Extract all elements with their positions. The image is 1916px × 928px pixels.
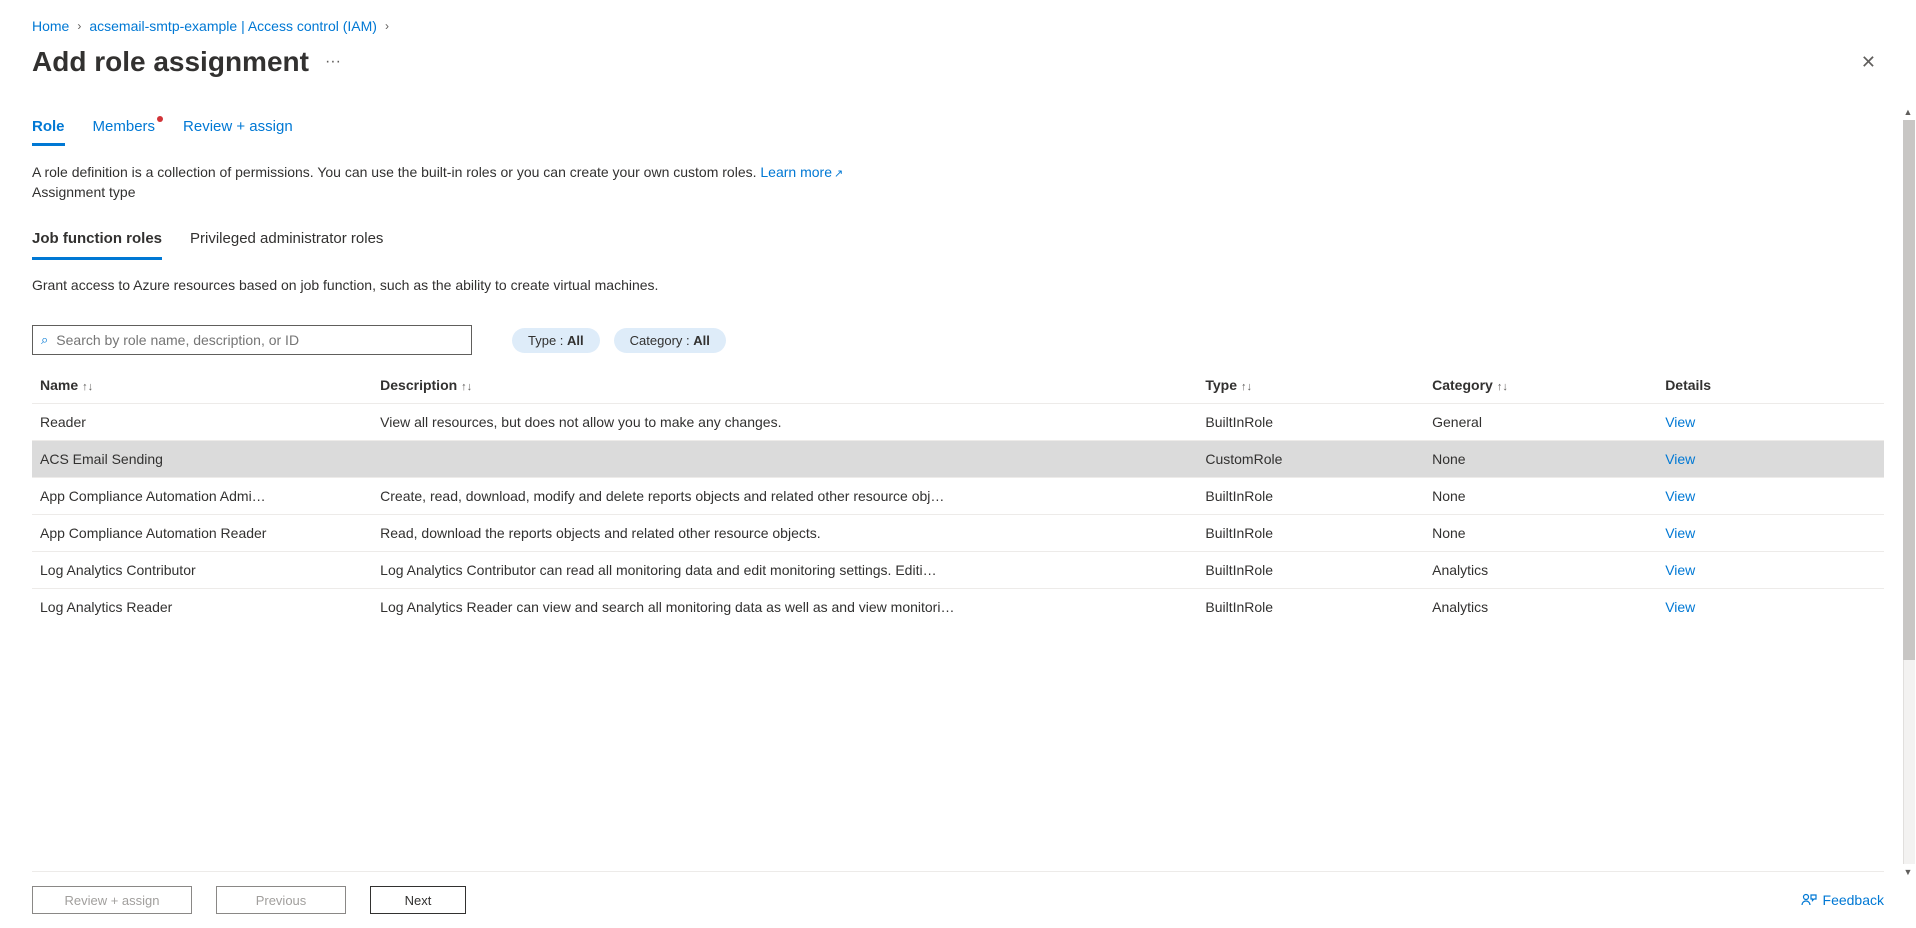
cell-name: Log Analytics Contributor: [32, 552, 372, 589]
search-input[interactable]: [56, 332, 463, 348]
filter-type-pill[interactable]: Type : All: [512, 328, 600, 353]
table-row[interactable]: ACS Email Sending CustomRoleNoneView: [32, 441, 1884, 478]
main-tabs: Role Members Review + assign: [32, 118, 1884, 146]
view-link[interactable]: View: [1657, 552, 1884, 589]
role-table: Name ↑↓ Description ↑↓ Type ↑↓ Category ↑↓ D…: [32, 367, 1884, 625]
tab-job-function-roles[interactable]: Job function roles: [32, 224, 162, 260]
sort-icon: ↑↓: [82, 381, 93, 393]
view-link[interactable]: View: [1657, 404, 1884, 441]
column-description[interactable]: Description ↑↓: [372, 367, 1197, 404]
sort-icon: ↑↓: [1497, 381, 1508, 393]
chevron-right-icon: ›: [77, 19, 81, 33]
cell-description: [372, 441, 1197, 478]
footer-bar: Review + assign Previous Next Feedback: [32, 871, 1884, 928]
cell-type: BuiltInRole: [1197, 515, 1424, 552]
search-icon: ⌕: [41, 332, 48, 348]
filter-type-value: All: [567, 333, 584, 348]
sub-tabs: Job function roles Privileged administra…: [32, 224, 1884, 261]
role-description: A role definition is a collection of per…: [32, 164, 1884, 180]
fade-overlay: [32, 843, 1884, 863]
cell-description: View all resources, but does not allow y…: [372, 404, 1197, 441]
table-row[interactable]: ReaderView all resources, but does not a…: [32, 404, 1884, 441]
cell-name: ACS Email Sending: [32, 441, 372, 478]
column-type-label: Type: [1205, 377, 1237, 393]
cell-name: Reader: [32, 404, 372, 441]
column-category[interactable]: Category ↑↓: [1424, 367, 1657, 404]
scroll-up-icon[interactable]: ▲: [1900, 104, 1916, 120]
table-row[interactable]: App Compliance Automation Admi…Create, r…: [32, 478, 1884, 515]
learn-more-link[interactable]: Learn more: [760, 164, 832, 180]
breadcrumb: Home › acsemail-smtp-example | Access co…: [32, 18, 1884, 34]
sort-icon: ↑↓: [1241, 381, 1252, 393]
sub-description: Grant access to Azure resources based on…: [32, 277, 1884, 293]
view-link[interactable]: View: [1657, 589, 1884, 626]
cell-description: Log Analytics Reader can view and search…: [372, 589, 1197, 626]
review-assign-button[interactable]: Review + assign: [32, 886, 192, 914]
cell-category: None: [1424, 441, 1657, 478]
tab-members[interactable]: Members: [93, 118, 156, 146]
column-type[interactable]: Type ↑↓: [1197, 367, 1424, 404]
cell-type: BuiltInRole: [1197, 552, 1424, 589]
tab-privileged-admin-roles[interactable]: Privileged administrator roles: [190, 224, 383, 260]
column-category-label: Category: [1432, 377, 1493, 393]
filter-category-label: Category :: [630, 333, 694, 348]
more-icon[interactable]: ···: [325, 53, 341, 71]
cell-category: Analytics: [1424, 552, 1657, 589]
cell-type: BuiltInRole: [1197, 404, 1424, 441]
next-button[interactable]: Next: [370, 886, 466, 914]
close-icon[interactable]: ✕: [1853, 48, 1884, 77]
table-row[interactable]: App Compliance Automation ReaderRead, do…: [32, 515, 1884, 552]
cell-category: None: [1424, 515, 1657, 552]
role-search[interactable]: ⌕: [32, 325, 472, 355]
cell-name: Log Analytics Reader: [32, 589, 372, 626]
cell-description: Create, read, download, modify and delet…: [372, 478, 1197, 515]
column-details-label: Details: [1665, 377, 1711, 393]
filter-category-pill[interactable]: Category : All: [614, 328, 726, 353]
column-name[interactable]: Name ↑↓: [32, 367, 372, 404]
cell-category: None: [1424, 478, 1657, 515]
filter-category-value: All: [693, 333, 710, 348]
column-details: Details: [1657, 367, 1884, 404]
feedback-link[interactable]: Feedback: [1801, 892, 1884, 908]
tab-members-label: Members: [93, 118, 156, 135]
scroll-thumb[interactable]: [1903, 120, 1915, 660]
cell-name: App Compliance Automation Reader: [32, 515, 372, 552]
view-link[interactable]: View: [1657, 441, 1884, 478]
breadcrumb-home[interactable]: Home: [32, 18, 69, 34]
sort-icon: ↑↓: [461, 381, 472, 393]
cell-description: Read, download the reports objects and r…: [372, 515, 1197, 552]
cell-description: Log Analytics Contributor can read all m…: [372, 552, 1197, 589]
role-description-text: A role definition is a collection of per…: [32, 164, 760, 180]
role-table-container: Name ↑↓ Description ↑↓ Type ↑↓ Category ↑↓ D…: [32, 367, 1884, 863]
external-link-icon: ↗: [834, 168, 843, 180]
previous-button[interactable]: Previous: [216, 886, 346, 914]
feedback-icon: [1801, 892, 1817, 908]
table-row[interactable]: Log Analytics ContributorLog Analytics C…: [32, 552, 1884, 589]
cell-type: BuiltInRole: [1197, 478, 1424, 515]
scroll-down-icon[interactable]: ▼: [1900, 864, 1916, 880]
tab-review-assign[interactable]: Review + assign: [183, 118, 293, 146]
breadcrumb-resource[interactable]: acsemail-smtp-example | Access control (…: [89, 18, 377, 34]
tab-role[interactable]: Role: [32, 118, 65, 146]
table-row[interactable]: Log Analytics ReaderLog Analytics Reader…: [32, 589, 1884, 626]
column-name-label: Name: [40, 377, 78, 393]
feedback-label: Feedback: [1823, 892, 1884, 908]
assignment-type-label: Assignment type: [32, 184, 1884, 200]
cell-category: General: [1424, 404, 1657, 441]
cell-category: Analytics: [1424, 589, 1657, 626]
chevron-right-icon: ›: [385, 19, 389, 33]
page-title: Add role assignment: [32, 46, 309, 78]
column-description-label: Description: [380, 377, 457, 393]
cell-type: BuiltInRole: [1197, 589, 1424, 626]
vertical-scrollbar[interactable]: ▲ ▼: [1900, 120, 1916, 864]
cell-type: CustomRole: [1197, 441, 1424, 478]
dot-indicator-icon: [157, 116, 163, 122]
view-link[interactable]: View: [1657, 478, 1884, 515]
cell-name: App Compliance Automation Admi…: [32, 478, 372, 515]
filter-type-label: Type :: [528, 333, 567, 348]
view-link[interactable]: View: [1657, 515, 1884, 552]
